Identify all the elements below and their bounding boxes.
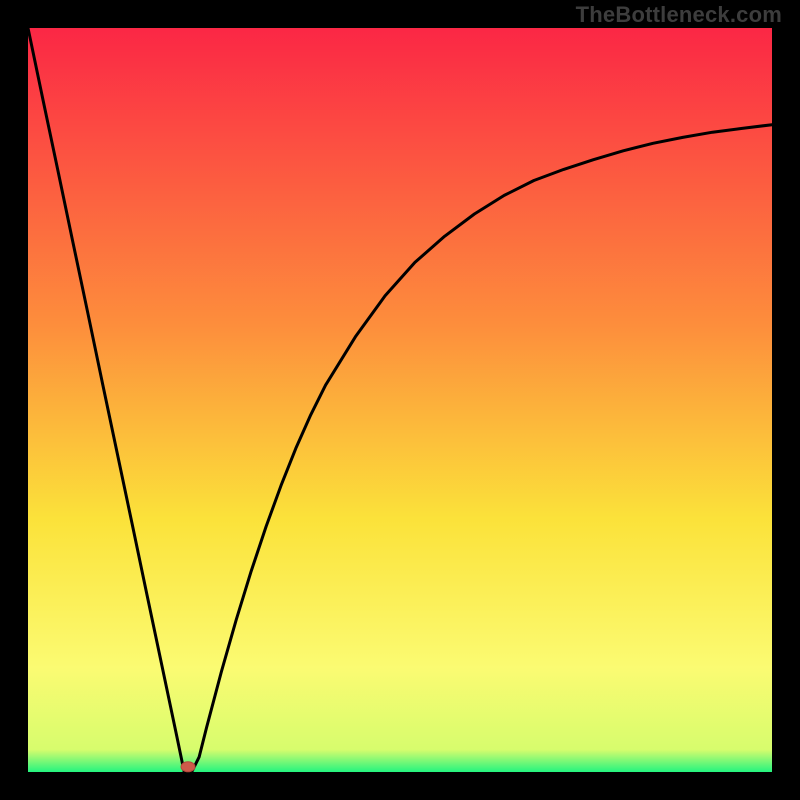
- plot-background: [28, 28, 772, 772]
- minimum-marker: [181, 762, 195, 772]
- watermark-text: TheBottleneck.com: [576, 2, 782, 28]
- chart-frame: TheBottleneck.com: [0, 0, 800, 800]
- bottleneck-chart: [0, 0, 800, 800]
